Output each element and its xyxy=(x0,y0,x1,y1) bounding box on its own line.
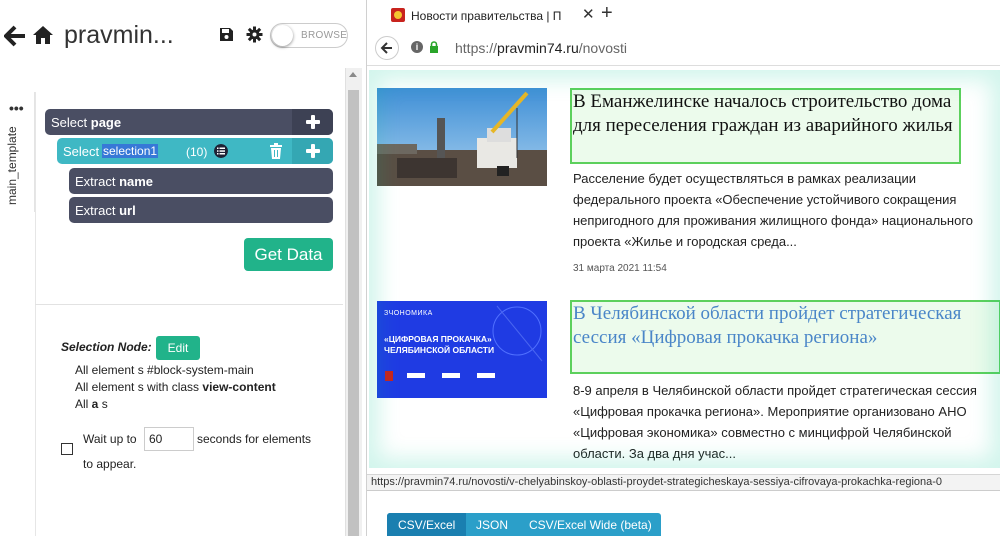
selection-desc-line-2: All element s with class view-content xyxy=(75,380,276,394)
select-page-command[interactable]: Select page xyxy=(45,109,333,135)
toggle-knob[interactable] xyxy=(272,25,293,46)
browser-back-icon[interactable] xyxy=(375,36,399,60)
selection-desc-line-3: All a s xyxy=(75,397,108,411)
more-dots-icon[interactable]: ••• xyxy=(9,101,24,115)
article-headline-1[interactable]: В Еманжелинске началось строительство до… xyxy=(573,90,961,138)
extract-name-command[interactable]: Extract name xyxy=(69,168,333,194)
divider xyxy=(35,304,343,305)
extract-url-label: Extract url xyxy=(75,203,136,218)
add-command-button[interactable] xyxy=(292,109,333,135)
article-teaser-2: 8-9 апреля в Челябинской области пройдет… xyxy=(573,383,977,461)
top-bar: pravmin... BROWSE xyxy=(0,0,366,68)
tab-title: Новости правительства | П xyxy=(411,9,562,23)
select-label: Select xyxy=(63,144,100,159)
lock-icon[interactable] xyxy=(429,41,439,53)
arrow-left-icon xyxy=(380,42,392,54)
article-date-1: 31 марта 2021 11:54 xyxy=(573,263,667,274)
browser-tab[interactable]: Новости правительства | П xyxy=(387,3,597,29)
banner-pattern-icon xyxy=(385,305,543,381)
browse-label: BROWSE xyxy=(301,30,348,41)
article-headline-2[interactable]: В Челябинской области пройдет стратегиче… xyxy=(573,302,998,350)
export-json-tab[interactable]: JSON xyxy=(476,518,508,532)
extract-name-label: Extract name xyxy=(75,174,154,189)
save-icon[interactable] xyxy=(219,27,234,42)
divider xyxy=(367,490,1000,491)
wait-suffix-label: seconds for elements xyxy=(197,432,312,446)
browser-window: Новости правительства | П ✕ + i https://… xyxy=(366,0,1000,536)
address-bar: i https://pravmin74.ru/novosti xyxy=(367,30,1000,66)
selection-count: (10) xyxy=(186,145,208,159)
list-icon[interactable] xyxy=(214,144,228,158)
scroll-up-arrow-icon[interactable] xyxy=(349,72,357,77)
export-csv-wide-tab[interactable]: CSV/Excel Wide (beta) xyxy=(529,518,652,532)
edit-button[interactable]: Edit xyxy=(156,336,200,360)
extract-url-command[interactable]: Extract url xyxy=(69,197,333,223)
selection-desc-line-1: All element s #block-system-main xyxy=(75,363,254,377)
status-bar: https://pravmin74.ru/novosti/v-chelyabin… xyxy=(367,474,1000,490)
export-csv-tab[interactable]: CSV/Excel xyxy=(398,518,455,532)
gear-icon[interactable] xyxy=(246,26,263,43)
select-selection-command[interactable]: Select selection1 (10) xyxy=(57,138,333,164)
tab-bar: Новости правительства | П ✕ + xyxy=(367,0,1000,30)
get-data-button[interactable]: Get Data xyxy=(244,238,333,271)
wait-checkbox[interactable] xyxy=(61,443,73,455)
wait-label: Wait up to xyxy=(83,432,137,446)
add-child-command-button[interactable] xyxy=(292,138,333,164)
article-image-2[interactable]: ЗЧОНОМИКА «ЦИФРОВАЯ ПРОКАЧКА» ЧЕЛЯБИНСКО… xyxy=(377,301,547,398)
info-icon[interactable]: i xyxy=(411,41,423,53)
select-page-label: Select page xyxy=(51,115,122,130)
scraper-panel: pravmin... BROWSE ••• main_template Sele… xyxy=(0,0,366,536)
scrollbar-thumb[interactable] xyxy=(348,90,359,536)
template-tab-label[interactable]: main_template xyxy=(5,126,19,205)
article-teaser-1: Расселение будет осуществляться в рамках… xyxy=(573,171,974,249)
home-icon[interactable] xyxy=(32,24,54,46)
selection-node-label: Selection Node: xyxy=(61,340,152,354)
export-tabs: CSV/Excel JSON CSV/Excel Wide (beta) xyxy=(387,513,661,536)
plus-icon xyxy=(306,115,320,129)
article-image-1[interactable] xyxy=(377,88,547,186)
tab-close-icon[interactable]: ✕ xyxy=(582,5,595,23)
site-favicon-icon xyxy=(391,8,405,22)
back-arrow-icon[interactable] xyxy=(4,24,26,48)
wait-seconds-input[interactable] xyxy=(144,427,194,451)
new-tab-icon[interactable]: + xyxy=(601,2,613,25)
plus-icon xyxy=(306,144,320,158)
selection-name-input[interactable]: selection1 xyxy=(102,144,159,158)
wait-suffix-label-2: to appear. xyxy=(83,457,137,471)
trash-icon[interactable] xyxy=(269,143,283,159)
url-input[interactable]: https://pravmin74.ru/novosti xyxy=(455,40,627,56)
browse-toggle[interactable]: BROWSE xyxy=(270,23,348,48)
app-title: pravmin... xyxy=(64,21,174,49)
